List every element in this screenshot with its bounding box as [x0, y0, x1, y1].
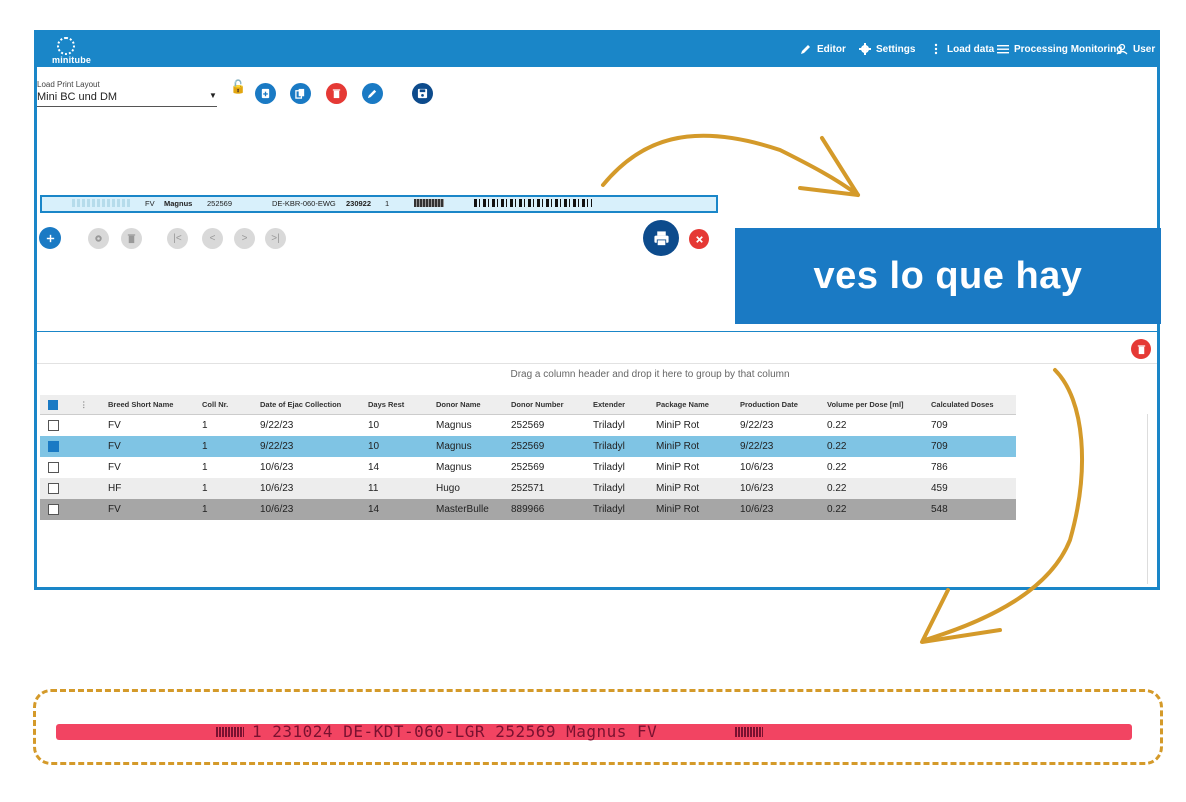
straw-print-text: 1 231024 DE-KDT-060-LGR 252569 Magnus FV [252, 722, 658, 741]
straw-datamatrix-icon [216, 727, 244, 737]
straw-datamatrix-icon [735, 727, 763, 737]
annotation-arrows [601, 133, 1084, 644]
arrow-right [923, 368, 1084, 642]
arrow-top [601, 133, 860, 197]
